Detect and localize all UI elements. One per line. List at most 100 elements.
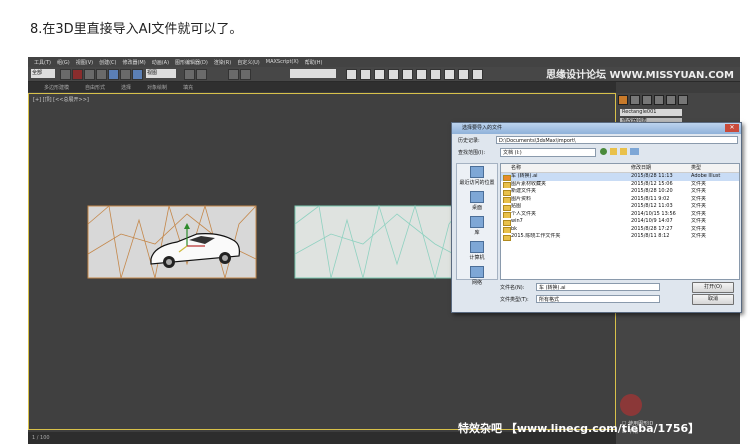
top-watermark: 思缘设计论坛 WWW.MISSYUAN.COM: [546, 70, 734, 81]
menu-item[interactable]: 动画(A): [152, 59, 169, 66]
ribbon-tab[interactable]: 选择: [121, 84, 131, 91]
menu-item[interactable]: 组(G): [57, 59, 70, 66]
file-row[interactable]: 车 (转换).ai 2015/8/28 11:13 Adobe Illust: [501, 173, 739, 181]
snap-icon[interactable]: [120, 69, 131, 80]
ribbon-tabs: 多边形建模 自由形式 选择 对象绘制 填充: [28, 82, 616, 92]
place-item[interactable]: 网络: [457, 266, 497, 289]
file-list: 名称 修改日期 类型 车 (转换).ai 2015/8/28 11:13 Adobe…: [500, 163, 740, 280]
cancel-button[interactable]: 取消: [692, 294, 734, 305]
up-folder-icon[interactable]: [610, 148, 617, 155]
file-name-text: 新建文件夹: [511, 188, 537, 194]
file-type: 文件夹: [691, 203, 707, 209]
move-icon[interactable]: [84, 69, 95, 80]
layer-icon[interactable]: [228, 69, 239, 80]
render-icon[interactable]: [402, 69, 413, 80]
utilities-tab-icon[interactable]: [678, 95, 688, 105]
file-type: 文件夹: [691, 188, 707, 194]
place-label: 计算机: [469, 255, 485, 261]
effects-icon[interactable]: [472, 69, 483, 80]
align-icon[interactable]: [196, 69, 207, 80]
modify-tab-icon[interactable]: [630, 95, 640, 105]
file-row[interactable]: 图片素材收藏夹 2015/8/12 15:06 文件夹: [501, 181, 739, 188]
file-row[interactable]: bk 2015/8/28 17:27 文件夹: [501, 225, 739, 233]
render-frame-icon[interactable]: [374, 69, 385, 80]
schematic-icon[interactable]: [388, 69, 399, 80]
file-row[interactable]: 图片资料 2015/8/11 9:02 文件夹: [501, 195, 739, 203]
view-menu-icon[interactable]: [630, 148, 639, 155]
place-icon: [470, 166, 484, 178]
place-label: 库: [474, 230, 480, 236]
view-dropdown[interactable]: 视图: [146, 69, 176, 78]
mirror-icon[interactable]: [184, 69, 195, 80]
place-item[interactable]: 最近访问的位置: [457, 166, 497, 189]
hierarchy-tab-icon[interactable]: [642, 95, 652, 105]
active-shade-icon[interactable]: [444, 69, 455, 80]
filename-input[interactable]: 车 (转换).ai: [536, 283, 660, 291]
create-tab-icon[interactable]: [618, 95, 628, 105]
file-date: 2015/8/28 10:20: [631, 188, 673, 194]
motion-tab-icon[interactable]: [654, 95, 664, 105]
file-name-text: 车 (转换).ai: [511, 173, 538, 179]
selection-filter[interactable]: 全部: [31, 69, 55, 78]
environment-icon[interactable]: [458, 69, 469, 80]
place-icon: [470, 241, 484, 253]
column-type[interactable]: 类型: [691, 164, 739, 172]
menu-item[interactable]: 创建(C): [99, 59, 116, 66]
menu-item[interactable]: 工具(T): [34, 59, 51, 66]
menu-item[interactable]: 视图(V): [76, 59, 93, 66]
ribbon-tab[interactable]: 填充: [183, 84, 193, 91]
curve-editor-icon[interactable]: [240, 69, 251, 80]
lookin-label: 查找范围(I):: [458, 150, 486, 156]
file-row[interactable]: win7 2014/10/9 14:07 文件夹: [501, 218, 739, 226]
file-name-text: bk: [511, 225, 518, 232]
column-name[interactable]: 名称: [501, 164, 631, 172]
material-editor-icon[interactable]: [346, 69, 357, 80]
render-setup-icon[interactable]: [360, 69, 371, 80]
filetype-dropdown[interactable]: 所有格式: [536, 295, 660, 303]
file-type: 文件夹: [691, 195, 707, 202]
menu-item[interactable]: 渲染(R): [214, 59, 231, 66]
select-region-icon[interactable]: [72, 69, 83, 80]
close-icon[interactable]: ✕: [725, 124, 739, 132]
display-tab-icon[interactable]: [666, 95, 676, 105]
ribbon-tab[interactable]: 多边形建模: [44, 84, 69, 91]
column-date[interactable]: 修改日期: [631, 164, 691, 172]
file-row[interactable]: 贴图 2015/8/12 11:03 文件夹: [501, 203, 739, 211]
menu-item[interactable]: 帮助(H): [305, 59, 323, 66]
open-button[interactable]: 打开(O): [692, 282, 734, 293]
menu-item[interactable]: 自定义(U): [237, 59, 260, 66]
pivot-icon[interactable]: [132, 69, 143, 80]
history-dropdown[interactable]: D:\Documents\3dsMax\import\: [496, 136, 738, 144]
place-item[interactable]: 计算机: [457, 241, 497, 264]
lookin-dropdown[interactable]: 文档 (I:): [500, 148, 596, 157]
menu-item[interactable]: MAXScript(X): [266, 59, 299, 65]
file-name: 图片素材收藏夹: [501, 181, 631, 188]
place-label: 最近访问的位置: [459, 180, 495, 186]
teapot-render-icon[interactable]: [416, 69, 427, 80]
history-label: 历史记录:: [458, 138, 480, 144]
new-folder-icon[interactable]: [620, 148, 627, 155]
dialog-title: 选择要导入的文件 ✕: [452, 123, 741, 134]
filename-label: 文件名(N):: [500, 285, 525, 291]
file-name-text: 2015.陈晓工作文件夹: [511, 233, 561, 239]
place-item[interactable]: 库: [457, 216, 497, 239]
ribbon-tab[interactable]: 自由形式: [85, 84, 105, 91]
scale-icon[interactable]: [108, 69, 119, 80]
menu-item[interactable]: 修改器(M): [122, 59, 145, 66]
menu-item[interactable]: 图形编辑器(D): [175, 59, 208, 66]
bottom-watermark: 特效杂吧 【www.linecg.com/tieba/1756】: [458, 422, 700, 435]
file-row[interactable]: 新建文件夹 2015/8/28 10:20 文件夹: [501, 188, 739, 196]
rotate-icon[interactable]: [96, 69, 107, 80]
quick-render-icon[interactable]: [430, 69, 441, 80]
back-icon[interactable]: [600, 148, 607, 155]
object-name-field[interactable]: Rectangle001: [620, 109, 682, 116]
select-icon[interactable]: [60, 69, 71, 80]
file-date: 2015/8/28 11:13: [631, 173, 673, 179]
file-row[interactable]: 个人文件夹 2014/10/15 13:56 文件夹: [501, 211, 739, 218]
file-row[interactable]: 2015.陈晓工作文件夹 2015/8/11 8:12 文件夹: [501, 233, 739, 241]
file-type: 文件夹: [691, 218, 707, 224]
file-name-text: 贴图: [511, 203, 522, 209]
place-item[interactable]: 桌面: [457, 191, 497, 214]
ribbon-tab[interactable]: 对象绘制: [147, 84, 167, 91]
named-selection[interactable]: [290, 69, 336, 78]
